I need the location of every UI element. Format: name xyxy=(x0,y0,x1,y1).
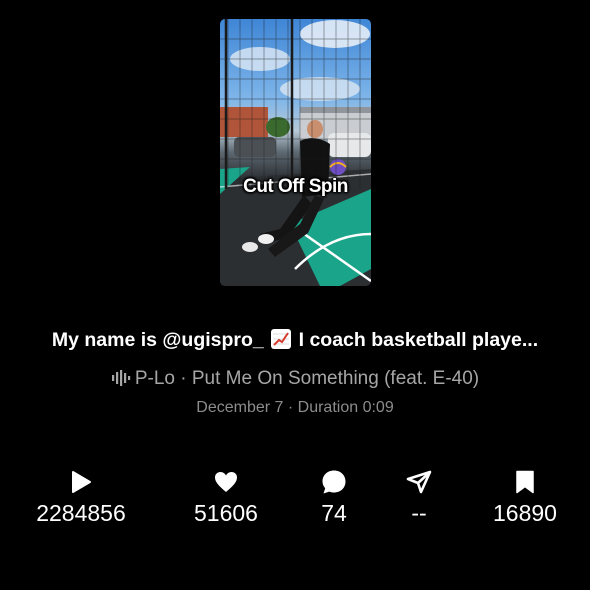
chart-increasing-emoji-icon xyxy=(271,329,292,349)
saves-stat[interactable]: 16890 xyxy=(465,467,585,527)
send-arrow-icon xyxy=(359,467,479,497)
video-scene xyxy=(220,19,371,286)
caption-text-end: I coach basketball playe... xyxy=(293,329,539,351)
play-icon xyxy=(21,467,141,497)
plays-stat[interactable]: 2284856 xyxy=(21,467,141,527)
post-date-duration: December 7 · Duration 0:09 xyxy=(196,399,394,416)
bookmark-icon xyxy=(465,467,585,497)
likes-stat[interactable]: 51606 xyxy=(166,467,286,527)
caption-text-start: My name is @ugispro_ xyxy=(51,329,270,351)
shares-stat[interactable]: -- xyxy=(359,467,479,527)
video-overlay-text: Cut Off Spin xyxy=(243,176,348,197)
music-track-label: P-Lo · Put Me On Something (feat. E-40) xyxy=(134,368,480,389)
video-caption[interactable]: My name is @ugispro_ I coach basketball … xyxy=(0,329,590,352)
shares-count: -- xyxy=(411,500,427,526)
sound-wave-icon xyxy=(111,370,131,392)
saves-count: 16890 xyxy=(493,500,557,526)
plays-count: 2284856 xyxy=(36,500,126,526)
heart-icon xyxy=(166,467,286,497)
likes-count: 51606 xyxy=(194,500,258,526)
music-track[interactable]: P-Lo · Put Me On Something (feat. E-40) xyxy=(0,368,590,392)
video-thumbnail[interactable]: Cut Off Spin xyxy=(220,19,371,286)
